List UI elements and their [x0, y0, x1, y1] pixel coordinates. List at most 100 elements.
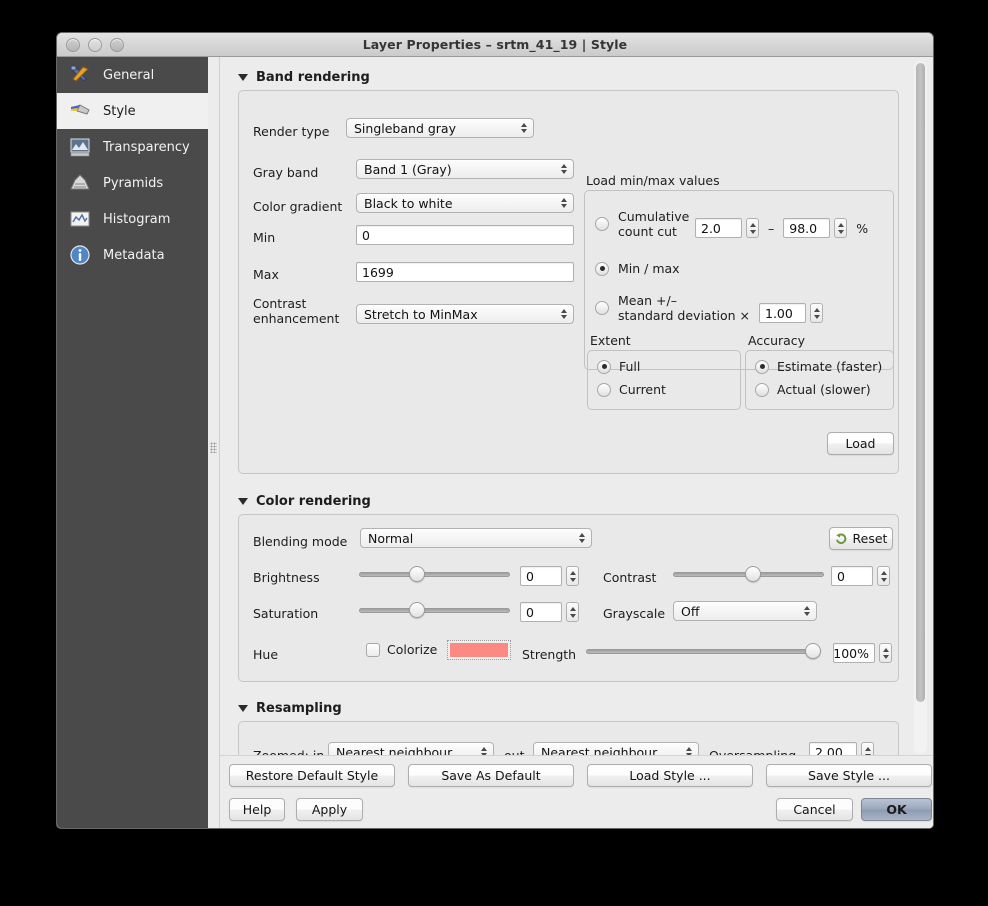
- band-rendering-header[interactable]: Band rendering: [238, 70, 900, 85]
- tools-icon: [70, 65, 89, 82]
- apply-button[interactable]: Apply: [296, 798, 363, 821]
- accuracy-option-estimate[interactable]: Estimate (faster): [755, 359, 882, 374]
- colorize-color-swatch[interactable]: [447, 640, 511, 660]
- contrast-slider[interactable]: [673, 566, 824, 582]
- cumulative-low-stepper[interactable]: [746, 218, 759, 238]
- cancel-button[interactable]: Cancel: [776, 798, 853, 821]
- cumulative-count-cut-row[interactable]: Cumulative count cut: [595, 209, 689, 239]
- strength-slider-knob[interactable]: [805, 643, 821, 659]
- saturation-label: Saturation: [253, 606, 319, 621]
- chevron-down-icon: [238, 705, 248, 712]
- sidebar-item-transparency[interactable]: Transparency: [57, 129, 208, 165]
- saturation-slider-knob[interactable]: [408, 602, 425, 618]
- accuracy-option-actual[interactable]: Actual (slower): [755, 382, 871, 397]
- brightness-slider-knob[interactable]: [408, 566, 425, 582]
- colorize-checkbox[interactable]: [366, 642, 380, 657]
- zoom-button[interactable]: [110, 37, 124, 52]
- pyramids-icon: [70, 174, 90, 190]
- strength-slider[interactable]: [586, 643, 821, 659]
- extent-current-radio[interactable]: [597, 382, 611, 397]
- resampling-panel: Zoomed: in Nearest neighbour out Nearest…: [238, 721, 899, 757]
- color-rendering-title: Color rendering: [256, 494, 371, 509]
- close-button[interactable]: [66, 37, 80, 52]
- mean-stddev-row[interactable]: Mean +/– standard deviation ×: [595, 293, 750, 323]
- grayscale-combo[interactable]: Off: [673, 601, 817, 621]
- render-type-value: Singleband gray: [354, 120, 456, 136]
- sidebar-item-style[interactable]: Style: [57, 93, 208, 129]
- saturation-slider[interactable]: [359, 602, 510, 618]
- blending-mode-combo[interactable]: Normal: [360, 528, 592, 548]
- restore-default-style-button[interactable]: Restore Default Style: [229, 764, 395, 787]
- contrast-enhancement-value: Stretch to MinMax: [364, 306, 478, 322]
- window-titlebar[interactable]: Layer Properties – srtm_41_19 | Style: [57, 33, 933, 57]
- contrast-slider-knob[interactable]: [745, 566, 762, 582]
- contrast-input[interactable]: 0: [831, 566, 873, 586]
- colorize-swatch-fill: [450, 643, 508, 657]
- brightness-slider[interactable]: [359, 566, 510, 582]
- mean-stddev-radio[interactable]: [595, 301, 609, 315]
- saturation-stepper[interactable]: [566, 602, 579, 622]
- strength-input[interactable]: 100%: [833, 643, 875, 663]
- load-minmax-title: Load min/max values: [586, 173, 720, 188]
- help-button[interactable]: Help: [229, 798, 285, 821]
- strength-stepper[interactable]: [879, 643, 892, 663]
- ok-button[interactable]: OK: [861, 798, 932, 821]
- sidebar-item-pyramids[interactable]: Pyramids: [57, 165, 208, 201]
- accuracy-actual-radio[interactable]: [755, 382, 769, 397]
- render-type-combo[interactable]: Singleband gray: [346, 118, 534, 138]
- resampling-header[interactable]: Resampling: [238, 701, 900, 716]
- extent-option-current[interactable]: Current: [597, 382, 666, 397]
- contrast-label-line1: Contrast: [253, 296, 307, 311]
- saturation-input[interactable]: 0: [520, 602, 562, 622]
- max-label: Max: [253, 267, 279, 282]
- sidebar-splitter[interactable]: [208, 57, 220, 828]
- brightness-input[interactable]: 0: [520, 566, 562, 586]
- cumulative-high-input[interactable]: 98.0: [783, 218, 831, 238]
- extent-groupbox: Full Current: [587, 350, 741, 410]
- color-rendering-header[interactable]: Color rendering: [238, 494, 900, 509]
- window-title: Layer Properties – srtm_41_19 | Style: [362, 37, 628, 52]
- cumulative-low-input[interactable]: 2.0: [695, 218, 742, 238]
- extent-full-radio[interactable]: [597, 359, 611, 374]
- resampling-title: Resampling: [256, 701, 342, 716]
- sidebar-item-label: Style: [103, 103, 136, 119]
- mean-stddev-input[interactable]: 1.00: [759, 303, 806, 323]
- color-gradient-combo[interactable]: Black to white: [356, 193, 574, 213]
- save-as-default-button[interactable]: Save As Default: [408, 764, 574, 787]
- load-button[interactable]: Load: [827, 432, 894, 455]
- min-label: Min: [253, 230, 276, 245]
- mean-stddev-stepper[interactable]: [810, 303, 823, 323]
- accuracy-estimate-label: Estimate (faster): [777, 359, 883, 374]
- sidebar-item-histogram[interactable]: Histogram: [57, 201, 208, 237]
- minmax-row[interactable]: Min / max: [595, 261, 680, 276]
- sidebar-item-label: Pyramids: [103, 175, 164, 191]
- colorize-row[interactable]: Colorize: [366, 642, 437, 657]
- minimize-button[interactable]: [88, 37, 102, 52]
- extent-option-full[interactable]: Full: [597, 359, 640, 374]
- accuracy-estimate-radio[interactable]: [755, 359, 769, 374]
- contrast-stepper[interactable]: [877, 566, 890, 586]
- cumulative-count-cut-radio[interactable]: [595, 217, 609, 231]
- splitter-grip-icon: [210, 442, 217, 453]
- sidebar-item-general[interactable]: General: [57, 57, 208, 93]
- contrast-enhancement-combo[interactable]: Stretch to MinMax: [356, 304, 574, 324]
- load-style-button[interactable]: Load Style ...: [587, 764, 753, 787]
- load-minmax-groupbox: Cumulative count cut 2.0 – 98.0 % Min / …: [584, 190, 894, 370]
- chevron-updown-icon: [561, 198, 567, 208]
- cumulative-high-stepper[interactable]: [834, 218, 848, 238]
- range-dash: –: [768, 220, 775, 236]
- sidebar-item-metadata[interactable]: Metadata: [57, 237, 208, 273]
- cumulative-label-line1: Cumulative: [618, 209, 690, 224]
- brightness-stepper[interactable]: [566, 566, 579, 586]
- mean-stddev-controls: 1.00: [759, 303, 823, 323]
- content-scrollbar[interactable]: [914, 61, 927, 754]
- min-input[interactable]: 0: [356, 225, 574, 245]
- save-style-button[interactable]: Save Style ...: [766, 764, 932, 787]
- max-input[interactable]: 1699: [356, 262, 574, 282]
- content-scrollbar-thumb[interactable]: [916, 63, 925, 702]
- blending-mode-label: Blending mode: [253, 534, 348, 549]
- reset-button[interactable]: Reset: [829, 527, 893, 550]
- gray-band-combo[interactable]: Band 1 (Gray): [356, 159, 574, 179]
- minmax-radio[interactable]: [595, 261, 609, 276]
- chevron-updown-icon: [804, 606, 810, 616]
